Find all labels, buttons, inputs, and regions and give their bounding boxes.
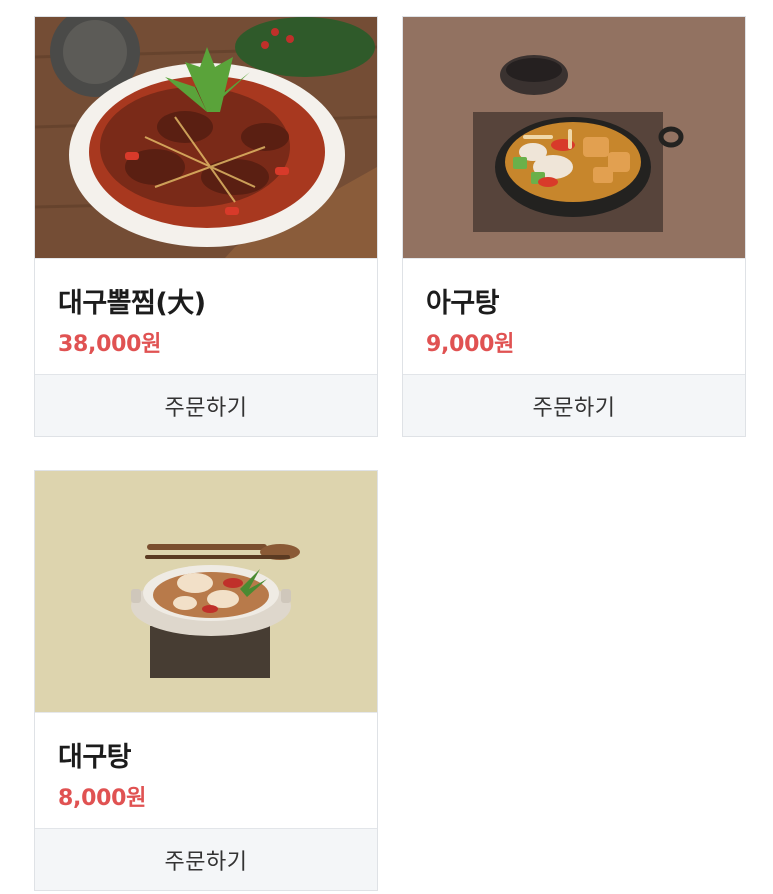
- menu-card: 대구뽈찜(大) 38,000원 주문하기: [34, 16, 378, 437]
- menu-card: 대구탕 8,000원 주문하기: [34, 470, 378, 891]
- menu-card: 아구탕 9,000원 주문하기: [402, 16, 746, 437]
- menu-card-info: 대구뽈찜(大) 38,000원: [35, 258, 377, 374]
- menu-item-price: 8,000원: [58, 786, 147, 811]
- order-button[interactable]: 주문하기: [403, 374, 745, 436]
- monkfish-stew-photo[interactable]: [403, 17, 745, 258]
- cod-soup-photo[interactable]: [35, 471, 377, 712]
- order-button[interactable]: 주문하기: [35, 374, 377, 436]
- menu-card-info: 대구탕 8,000원: [35, 712, 377, 828]
- menu-item-name: 아구탕: [426, 288, 500, 319]
- menu-item-name: 대구뽈찜(大): [58, 288, 206, 319]
- order-button[interactable]: 주문하기: [35, 828, 377, 890]
- braised-cod-cheek-photo[interactable]: [35, 17, 377, 258]
- menu-card-info: 아구탕 9,000원: [403, 258, 745, 374]
- menu-item-name: 대구탕: [58, 742, 132, 773]
- menu-item-price: 9,000원: [426, 332, 515, 357]
- menu-item-price: 38,000원: [58, 332, 162, 357]
